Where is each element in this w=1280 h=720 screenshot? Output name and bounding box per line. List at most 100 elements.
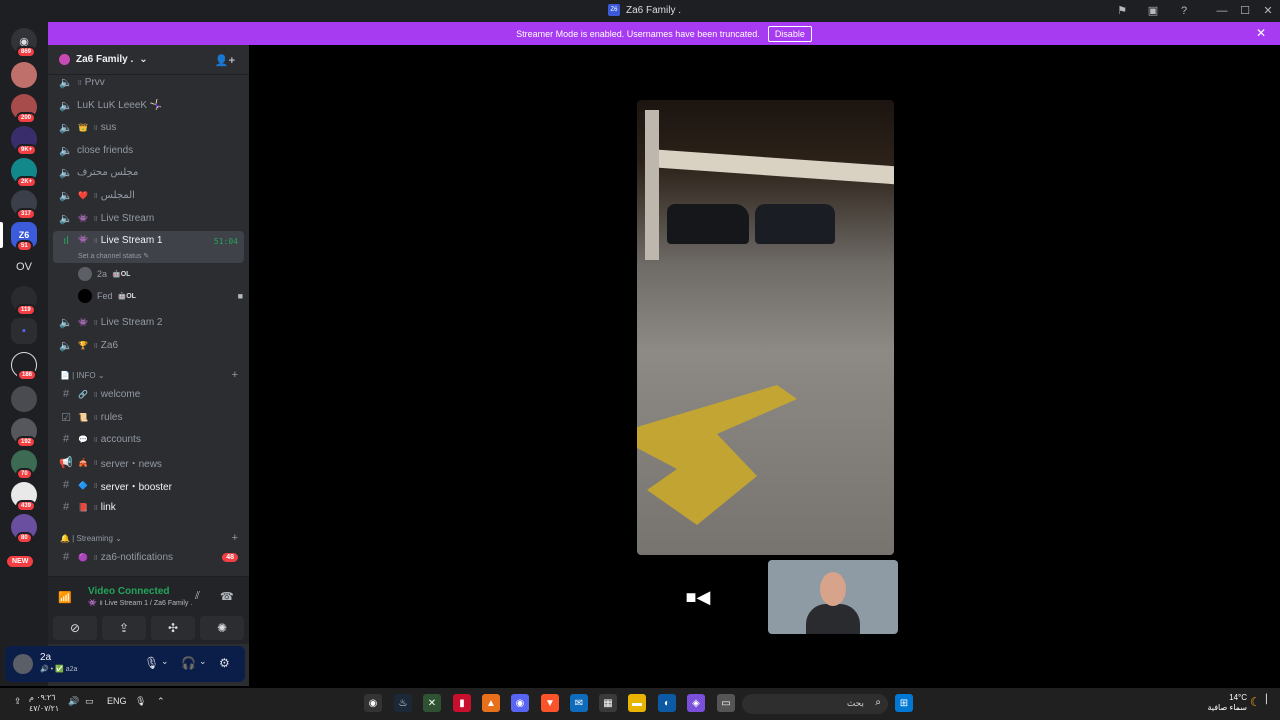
server-header[interactable]: Za6 Family . ⌄ 👤+	[48, 45, 249, 75]
gear-icon[interactable]: ⚙	[219, 656, 230, 670]
discord-app-icon[interactable]: ◉	[364, 694, 382, 712]
text-channel[interactable]: # 💬 ॥ accounts	[53, 429, 244, 449]
help-icon[interactable]: ?	[1176, 3, 1192, 19]
chevron-up-icon[interactable]: ⌃	[157, 696, 165, 707]
store-icon[interactable]: ▦	[599, 694, 617, 712]
text-channel[interactable]: # 📕 ॥ link	[53, 497, 244, 517]
server-icon[interactable]: 200	[11, 94, 37, 124]
voice-location[interactable]: 👾 ॥ Live Stream 1 / Za6 Family .	[88, 599, 192, 608]
server-icon[interactable]: 9K+	[11, 126, 38, 156]
copilot-icon[interactable]: ◈	[687, 694, 705, 712]
user-name[interactable]: 2a	[40, 652, 51, 663]
windows-start-icon[interactable]: ⊞	[895, 694, 913, 712]
server-icon-ov[interactable]: OV	[11, 254, 37, 280]
unread-badge: 9K+	[16, 144, 38, 156]
main-video-stream[interactable]	[637, 100, 894, 555]
weather-widget[interactable]: 14°C سماء صافية	[1207, 693, 1247, 713]
invite-icon[interactable]: 👤+	[215, 54, 235, 67]
server-icon[interactable]: 192	[11, 418, 37, 448]
voice-channel-active[interactable]: ıl 👾 ॥ Live Stream 1 51:04 Set a channel…	[53, 231, 244, 263]
participant-tile[interactable]	[768, 560, 898, 634]
channel-status[interactable]: Set a channel status ✎	[78, 252, 149, 260]
voice-channel[interactable]: 🔈 ॥ Prvv	[53, 72, 244, 92]
upload-icon[interactable]: ⇪	[14, 696, 22, 707]
voice-user[interactable]: 2a 🤖OL	[78, 265, 243, 283]
microphone-icon[interactable]: 🎙	[144, 656, 159, 670]
search-input[interactable]: بحث ⌕	[742, 694, 888, 714]
server-icon[interactable]	[11, 386, 37, 412]
server-icon[interactable]	[11, 62, 37, 88]
close-window-button[interactable]: ✕	[1260, 3, 1276, 19]
chevron-down-icon[interactable]: ⌄	[199, 656, 207, 667]
noise-suppression-icon[interactable]: ⫽	[195, 590, 200, 603]
voice-channel[interactable]: 🔈 LuK LuK LeeeK 🤸🏻‍♀️	[53, 95, 244, 115]
folder-icon[interactable]: ▬	[628, 694, 646, 712]
voice-channel[interactable]: 🔈 ❤️ ॥ المجلس	[53, 185, 244, 205]
speaker-icon: 🔈	[59, 76, 73, 89]
app-icon[interactable]: ▭	[717, 694, 735, 712]
signal-icon[interactable]: 📶	[58, 591, 72, 604]
minimize-button[interactable]: —	[1214, 3, 1230, 19]
avatar[interactable]	[13, 654, 33, 674]
server-icon[interactable]: 317	[11, 190, 37, 220]
server-icon[interactable]: 2K+	[11, 158, 38, 188]
text-channel[interactable]: # 🟣 ॥ za6-notifications 48	[53, 547, 244, 567]
add-channel-icon[interactable]: +	[232, 369, 238, 381]
flag-icon[interactable]: ⚑	[1114, 3, 1130, 19]
announcement-channel[interactable]: 📢 🎪 ॥ server・news	[53, 452, 244, 472]
brave-icon[interactable]: ▼	[541, 694, 559, 712]
camera-off-button[interactable]: ⊘	[53, 616, 97, 640]
folder-icon[interactable]: ▪	[11, 318, 37, 344]
channel-name: مجلس محترف	[77, 166, 139, 178]
steam-icon[interactable]: ♨	[394, 694, 412, 712]
voice-channel[interactable]: 🔈 👾 ॥ Live Stream 2	[53, 312, 244, 332]
discord-icon[interactable]: ◉	[511, 694, 529, 712]
app-icon[interactable]: ▲	[482, 694, 500, 712]
server-icon[interactable]: 186	[11, 352, 38, 381]
clock-date[interactable]: ٤٧/٠٧/٢١	[29, 704, 59, 713]
text-channel-unread[interactable]: # 🔷 ॥ server・booster	[53, 475, 244, 495]
voice-channel[interactable]: 🔈 مجلس محترف	[53, 162, 244, 182]
soundboard-button[interactable]: ✺	[200, 616, 244, 640]
microphone-icon[interactable]: 🎙	[135, 696, 146, 707]
screen-share-button[interactable]: ⇪	[102, 616, 146, 640]
network-icon[interactable]: ▭	[85, 696, 94, 707]
language-indicator[interactable]: ENG	[107, 696, 127, 706]
disable-streamer-mode-button[interactable]: Disable	[767, 25, 812, 42]
voice-channel[interactable]: 🔈 close friends	[53, 140, 244, 160]
close-banner-icon[interactable]: ✕	[1256, 26, 1266, 40]
voice-channel[interactable]: 🔈 🏆 ॥ Za6	[53, 335, 244, 355]
unread-badge: 51	[16, 240, 33, 252]
server-icon[interactable]: 80	[11, 514, 37, 544]
server-icon[interactable]: 119	[11, 286, 37, 316]
add-channel-icon[interactable]: +	[232, 532, 238, 544]
server-icon-za6[interactable]: Z6 51	[11, 222, 37, 252]
server-icon[interactable]: 439	[11, 482, 37, 512]
text-channel[interactable]: ☑ 📜 ॥ rules	[53, 407, 244, 427]
separator: ॥	[93, 190, 98, 200]
edge-icon[interactable]: ◐	[658, 694, 676, 712]
camera-tile[interactable]: ■◀	[633, 560, 763, 634]
text-channel[interactable]: # 🔗 ॥ welcome	[53, 384, 244, 404]
voice-status[interactable]: Video Connected	[88, 586, 170, 597]
xbox-icon[interactable]: ✕	[423, 694, 441, 712]
show-desktop-icon[interactable]: ▏	[1266, 694, 1273, 705]
home-button[interactable]: ◉ 869	[11, 28, 37, 58]
category-streaming[interactable]: 🔔 | Streaming ⌄ +	[60, 531, 240, 545]
headphones-icon[interactable]: 🎧	[181, 656, 196, 670]
chevron-down-icon[interactable]: ⌄	[161, 656, 169, 667]
inbox-icon[interactable]: ▣	[1145, 3, 1161, 19]
volume-icon[interactable]: 🔊	[68, 696, 79, 707]
voice-channel[interactable]: 🔈 👑 ॥ sus	[53, 117, 244, 137]
maximize-button[interactable]: ☐	[1237, 3, 1253, 19]
user-tag: 🤖OL	[117, 293, 136, 300]
app-icon[interactable]: ▮	[453, 694, 471, 712]
server-icon[interactable]: 70	[11, 450, 37, 480]
activities-button[interactable]: ✣	[151, 616, 195, 640]
disconnect-icon[interactable]: ☎	[220, 590, 234, 603]
voice-user[interactable]: Fed 🤖OL ■	[78, 287, 243, 305]
clock-time[interactable]: ٠٩:٢٦ م	[29, 693, 56, 702]
category-info[interactable]: 📄 | INFO ⌄ +	[60, 368, 240, 382]
mail-icon[interactable]: ✉	[570, 694, 588, 712]
voice-channel[interactable]: 🔈 👾 ॥ Live Stream	[53, 208, 244, 228]
